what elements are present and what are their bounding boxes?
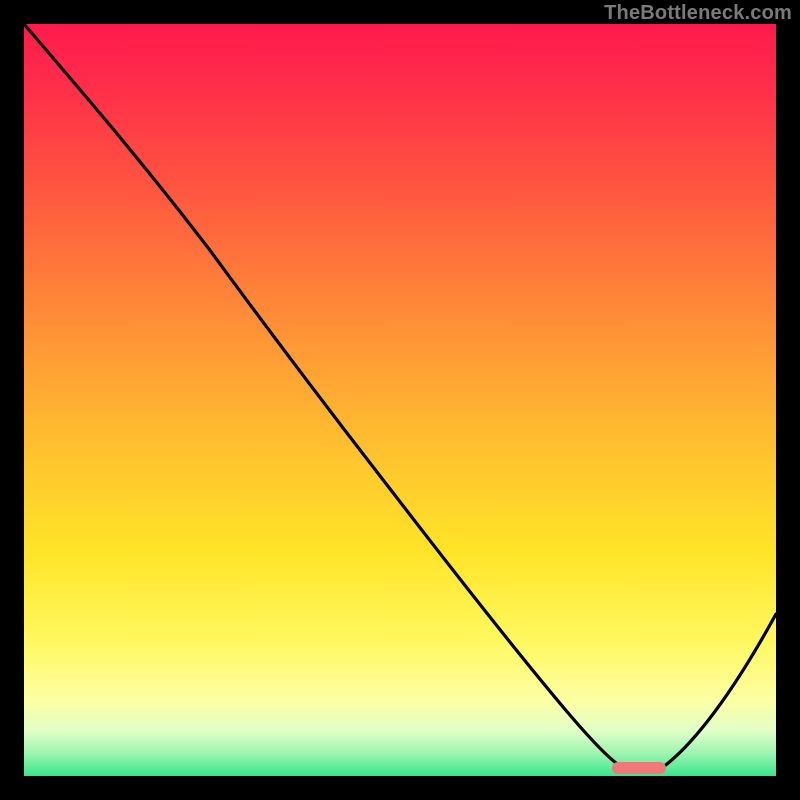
optimal-range-marker [612, 762, 666, 774]
bottleneck-curve [24, 24, 776, 776]
curve-path [24, 24, 776, 772]
site-watermark: TheBottleneck.com [604, 2, 792, 25]
